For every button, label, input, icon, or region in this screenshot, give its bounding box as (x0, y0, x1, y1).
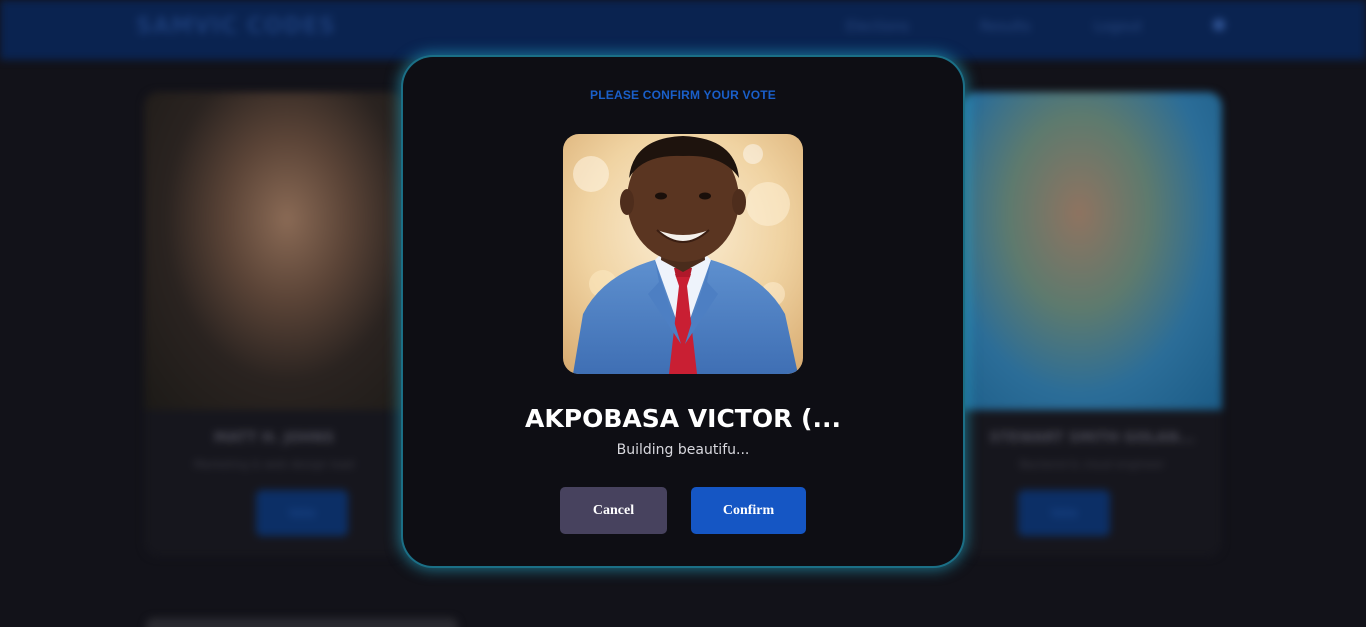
nav-link-elections[interactable]: Elections (846, 19, 909, 35)
card-candidate-name: MATT H. JOHNS (213, 430, 335, 446)
cancel-button[interactable]: Cancel (560, 487, 667, 534)
vote-page: SAMVIC CODES Elections Results Logout ● … (0, 0, 1366, 627)
card-candidate-name: STEWART SMITH GOLAN... (989, 430, 1195, 446)
user-icon[interactable]: ● (1212, 14, 1226, 33)
vote-button[interactable]: Vote (256, 490, 348, 536)
candidate-portrait (563, 134, 803, 374)
candidate-bio: Building beautifu... (616, 442, 750, 458)
brand-logo[interactable]: SAMVIC CODES (136, 14, 336, 39)
candidate-card: MATT H. JOHNS Marketing & web design lea… (144, 92, 404, 557)
navbar: SAMVIC CODES Elections Results Logout ● (0, 0, 1366, 60)
candidate-name: AKPOBASA VICTOR (... (525, 404, 841, 433)
candidate-card: STEWART SMITH GOLAN... Backend & cloud e… (962, 92, 1222, 557)
confirm-button[interactable]: Confirm (691, 487, 806, 534)
vote-button[interactable]: Vote (1018, 490, 1110, 536)
bottom-panel (146, 618, 458, 627)
nav-link-results[interactable]: Results (980, 19, 1031, 35)
modal-heading: PLEASE CONFIRM YOUR VOTE (590, 88, 776, 102)
card-candidate-desc: Marketing & web design lead (193, 458, 355, 471)
nav-link-logout[interactable]: Logout (1094, 19, 1142, 35)
candidate-photo (962, 92, 1222, 410)
card-candidate-desc: Backend & cloud engineer (1019, 458, 1165, 471)
confirm-vote-modal: PLEASE CONFIRM YOUR VOTE AKPOBASA VICTOR… (403, 57, 963, 566)
candidate-photo-image (563, 134, 803, 374)
candidate-photo (144, 92, 404, 410)
